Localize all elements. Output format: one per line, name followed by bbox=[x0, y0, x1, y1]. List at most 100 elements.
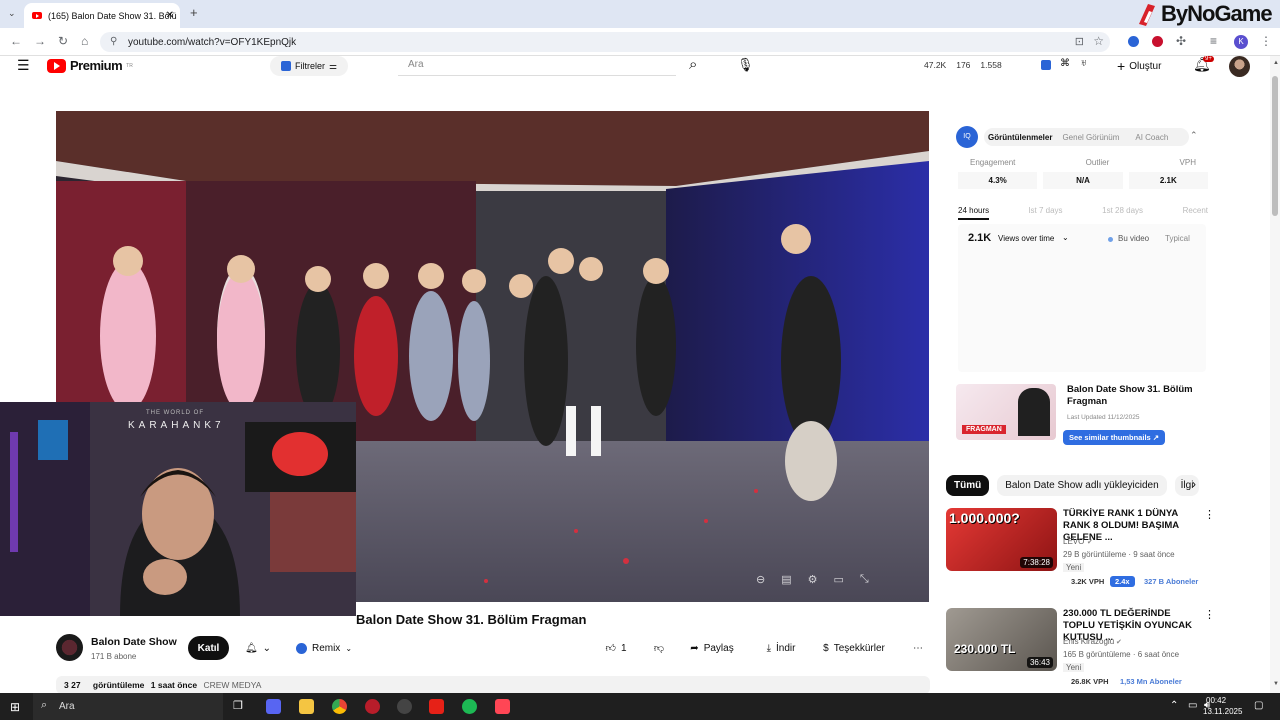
microphone-icon[interactable]: 🎙 bbox=[737, 57, 754, 73]
youtube-app-icon[interactable] bbox=[429, 699, 444, 714]
tab-overview[interactable]: Genel Görünüm bbox=[1062, 133, 1119, 142]
taskbar-search-icon: ⌕ bbox=[41, 699, 48, 711]
range-24h[interactable]: 24 hours bbox=[958, 206, 990, 220]
hamburger-menu-icon[interactable]: ☰ bbox=[17, 57, 30, 74]
card-thumb-text: FRAGMAN bbox=[962, 425, 1006, 434]
youtube-logo[interactable]: Premium TR bbox=[47, 58, 133, 73]
network-icon[interactable]: ▭ bbox=[1188, 700, 1197, 711]
search-icon[interactable]: ⌕ bbox=[689, 56, 697, 73]
rec-video-2[interactable]: 230.000 TL 36:43 230.000 TL DEĞERİNDE TO… bbox=[946, 608, 1216, 690]
scroll-up-icon[interactable]: ▲ bbox=[1273, 60, 1279, 66]
valorant-icon[interactable] bbox=[495, 699, 510, 714]
tray-chevron-icon[interactable]: ⌃ bbox=[1170, 700, 1178, 711]
filters-label: Filtreler bbox=[294, 61, 325, 71]
media-control-icon[interactable]: ≡ bbox=[1210, 34, 1217, 48]
reload-icon[interactable]: ↻ bbox=[58, 34, 68, 48]
tab-title: (165) Balon Date Show 31. Bölü bbox=[48, 10, 177, 21]
scroll-down-icon[interactable]: ▼ bbox=[1273, 681, 1279, 687]
notifications-center-icon[interactable]: ▢ bbox=[1254, 700, 1263, 711]
extensions-puzzle-icon[interactable]: ✣ bbox=[1176, 34, 1186, 48]
tab-ai-coach[interactable]: AI Coach bbox=[1135, 133, 1168, 142]
chip-uploader[interactable]: Balon Date Show adlı yükleyiciden bbox=[997, 474, 1167, 496]
download-button[interactable]: ⤓ İndir bbox=[756, 636, 806, 660]
close-tab-icon[interactable]: ✕ bbox=[166, 10, 174, 21]
settings-gear-icon[interactable]: ⚙ bbox=[808, 573, 818, 586]
bynogame-logo-icon bbox=[1139, 4, 1155, 26]
extension-red-icon[interactable] bbox=[1152, 36, 1163, 47]
stat-count: 1.558 bbox=[980, 60, 1002, 70]
like-button[interactable]: 👍︎ 1 bbox=[596, 636, 636, 660]
back-icon[interactable]: ← bbox=[10, 34, 22, 48]
scroll-thumb[interactable] bbox=[1272, 76, 1278, 216]
youtube-favicon-icon bbox=[32, 12, 42, 19]
collapse-chevron-icon[interactable]: ⌃ bbox=[1190, 130, 1198, 141]
iq-extension-icon[interactable] bbox=[1041, 60, 1051, 70]
rec-video-1[interactable]: 1.000.000? 7:38:28 TÜRKİYE RANK 1 DÜNYA … bbox=[946, 508, 1216, 590]
stat-views: 47.2K bbox=[924, 60, 947, 70]
taskbar-search[interactable]: ⌕ Ara bbox=[33, 693, 223, 720]
legend-this-video: Bu video bbox=[1118, 234, 1150, 243]
see-similar-button[interactable]: See similar thumbnails ↗ bbox=[1063, 430, 1166, 445]
task-view-icon[interactable]: ❐ bbox=[233, 699, 248, 714]
share-button[interactable]: ➦ Paylaş bbox=[682, 636, 742, 660]
app-red-icon[interactable] bbox=[365, 699, 380, 714]
rec-new-badge-2: Yeni bbox=[1063, 663, 1085, 672]
thanks-button[interactable]: $ Teşekkürler bbox=[816, 636, 892, 660]
range-7d[interactable]: lst 7 days bbox=[1029, 206, 1063, 220]
subtitles-icon[interactable]: ▤ bbox=[781, 573, 791, 586]
install-icon[interactable]: ⊡ bbox=[1075, 35, 1084, 48]
url-field[interactable]: ⚲ youtube.com/watch?v=OFY1KEpnQjk ⊡ ☆ bbox=[100, 32, 1110, 52]
tab-views[interactable]: Görüntülenmeler bbox=[988, 133, 1052, 142]
dislike-button[interactable]: 👎︎ bbox=[644, 636, 674, 660]
discord-icon[interactable] bbox=[266, 699, 281, 714]
more-actions-icon[interactable]: ⋯ bbox=[906, 636, 930, 660]
tab-list-icon[interactable]: ⌄ bbox=[8, 8, 16, 19]
join-button[interactable]: Katıl bbox=[188, 636, 229, 660]
rec-vph-2: 26.8K VPH bbox=[1071, 677, 1109, 686]
channel-avatar[interactable] bbox=[56, 634, 83, 661]
windows-start-icon[interactable]: ⊞ bbox=[10, 700, 20, 714]
filters-button[interactable]: Filtreler ⚌ bbox=[270, 56, 348, 76]
fullscreen-icon[interactable]: ⤡ bbox=[860, 573, 869, 586]
site-info-icon[interactable]: ⚲ bbox=[110, 36, 117, 47]
views-dropdown[interactable]: Views over time bbox=[998, 234, 1054, 243]
profile-avatar-icon[interactable]: K bbox=[1234, 35, 1248, 49]
clock-time[interactable]: 00:42 bbox=[1206, 696, 1226, 705]
trophy-icon[interactable]: ♅ bbox=[1080, 58, 1088, 69]
spotify-icon[interactable] bbox=[462, 699, 477, 714]
notification-toggle-button[interactable]: 🔔︎ ⌄ bbox=[235, 636, 281, 660]
range-28d[interactable]: 1st 28 days bbox=[1102, 206, 1143, 220]
chip-all[interactable]: Tümü bbox=[946, 474, 990, 496]
obs-icon[interactable] bbox=[397, 699, 412, 714]
channel-name[interactable]: Balon Date Show bbox=[91, 636, 177, 648]
notification-badge: 9+ bbox=[1203, 56, 1214, 62]
remix-label: Remix bbox=[311, 642, 341, 654]
search-input[interactable]: Ara bbox=[398, 56, 676, 76]
rec-menu-icon[interactable]: ⋮ bbox=[1204, 608, 1215, 621]
home-icon[interactable]: ⌂ bbox=[81, 34, 88, 48]
translate-icon[interactable]: ⌘ bbox=[1060, 58, 1070, 69]
file-explorer-icon[interactable] bbox=[299, 699, 314, 714]
clock-date[interactable]: 13.11.2025 bbox=[1203, 707, 1242, 716]
user-avatar[interactable] bbox=[1229, 56, 1250, 77]
browser-tab[interactable]: (165) Balon Date Show 31. Bölü ✕ bbox=[24, 3, 180, 28]
webcam-overlay: KARAHANK7 THE WORLD OF bbox=[0, 402, 356, 616]
create-button[interactable]: + Oluştur bbox=[1117, 56, 1177, 76]
forward-icon[interactable]: → bbox=[34, 34, 46, 48]
range-recent[interactable]: Recent bbox=[1183, 206, 1208, 220]
metric-outlier: N/A bbox=[1043, 172, 1123, 189]
menu-dots-icon[interactable]: ⋮ bbox=[1260, 34, 1272, 48]
new-tab-icon[interactable]: + bbox=[190, 5, 198, 20]
remix-button[interactable]: Remix ⌄ bbox=[290, 636, 358, 660]
rec-meta-2: 165 B görüntüleme · 6 saat önce bbox=[1063, 650, 1180, 659]
chips-next-icon[interactable]: › bbox=[1192, 477, 1196, 491]
bookmark-star-icon[interactable]: ☆ bbox=[1093, 34, 1104, 48]
chrome-icon[interactable] bbox=[332, 699, 347, 714]
extension-blue-icon[interactable] bbox=[1128, 36, 1139, 47]
theater-mode-icon[interactable]: ▭ bbox=[834, 573, 844, 586]
description-box[interactable]: 3 27 görüntüleme 1 saat önce CREW MEDYA bbox=[56, 676, 930, 694]
autoplay-toggle-icon[interactable]: ⊖ bbox=[756, 573, 765, 586]
page-scrollbar[interactable]: ▲ ▼ bbox=[1270, 56, 1280, 693]
rec-menu-icon[interactable]: ⋮ bbox=[1204, 508, 1215, 521]
thanks-label: Teşekkürler bbox=[833, 642, 885, 654]
